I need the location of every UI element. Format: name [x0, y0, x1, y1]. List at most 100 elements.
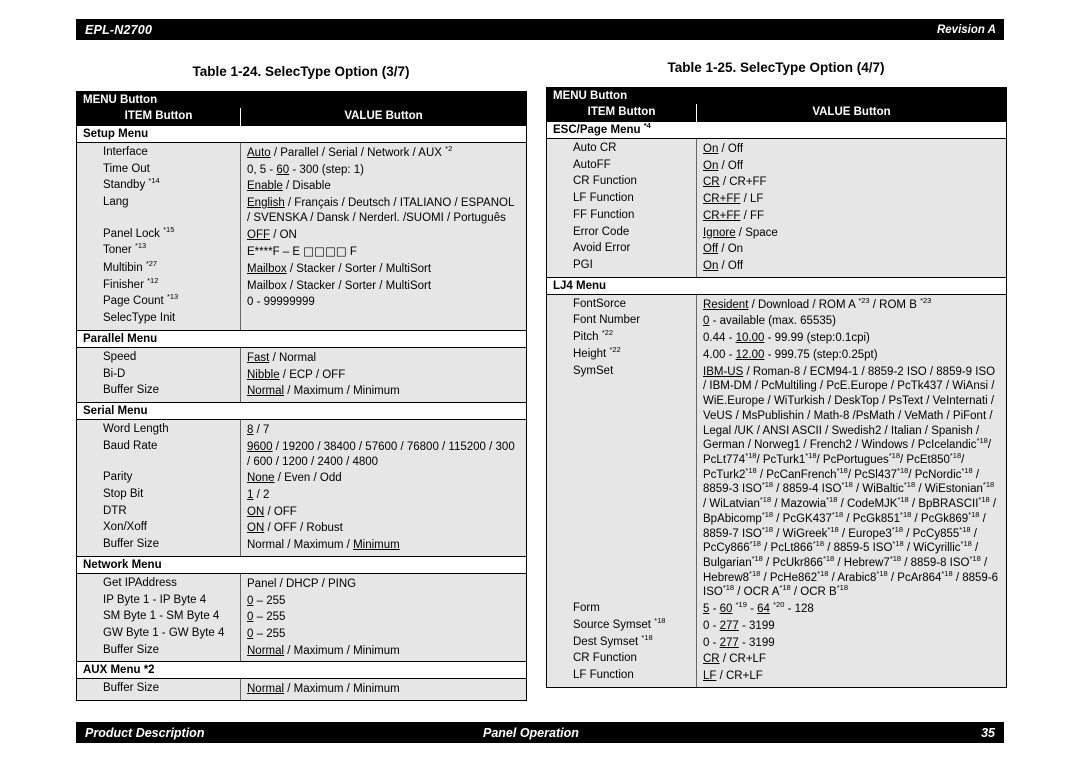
menu-item-name: Toner *13 [76, 242, 241, 262]
menu-item-name: SelecType Init [76, 311, 241, 331]
menu-item-name: Dest Symset *18 [546, 633, 697, 652]
menu-button-header-row: MENU Button [546, 87, 1007, 104]
menu-item-values: On / Off [696, 258, 1007, 278]
table-row: Buffer Size Normal / Maximum / Minimum [76, 537, 527, 557]
table-row: Lang English / Français / Deutsch / ITALI… [76, 195, 527, 227]
table-row: Form 5 - 60 *19 - 64 *20 - 128 [546, 601, 1007, 618]
table-row: Stop Bit 1 / 2 [76, 486, 527, 504]
menu-item-values: 5 - 60 *19 - 64 *20 - 128 [696, 601, 1007, 618]
table-row: Source Symset *18 0 - 277 - 3199 [546, 617, 1007, 635]
menu-item-values: 4.00 - 12.00 - 999.75 (step:0.25pt) [696, 346, 1007, 364]
menu-item-values: CR+FF / LF [696, 191, 1007, 208]
section-header-row: Serial Menu [76, 402, 527, 421]
menu-item-values: 0 - 99999999 [240, 294, 527, 312]
menu-item-values: 0 – 255 [240, 609, 527, 626]
menu-item-values: Nibble / ECP / OFF [240, 366, 527, 384]
menu-item-name: Font Number [546, 313, 697, 331]
menu-item-values: ON / OFF [240, 503, 527, 521]
table-row: Buffer Size Normal / Maximum / Minimum [76, 642, 527, 663]
menu-item-name: Buffer Size [76, 537, 241, 557]
table-row: Speed Fast / Normal [76, 347, 527, 367]
table-row: PGI On / Off [546, 258, 1007, 278]
menu-item-values: English / Français / Deutsch / ITALIANO … [240, 195, 527, 227]
menu-item-values: 0 – 255 [240, 592, 527, 610]
footer-page-number: 35 [981, 725, 995, 740]
menu-item-values: None / Even / Odd [240, 470, 527, 487]
table-caption-left: Table 1-24. SelecType Option (3/7) [192, 64, 410, 79]
menu-item-values: OFF / ON [240, 226, 527, 244]
table-row: FF Function CR+FF / FF [546, 207, 1007, 225]
column-header-row: ITEM Button VALUE Button [76, 108, 527, 126]
menu-item-name: FF Function [546, 207, 697, 225]
menu-item-values: CR+FF / FF [696, 207, 1007, 225]
section-header-row: ESC/Page Menu *4 [546, 121, 1007, 139]
menu-item-values: Normal / Maximum / Minimum [240, 678, 527, 702]
table-row: Time Out 0, 5 - 60 - 300 (step: 1) [76, 161, 527, 179]
menu-item-values: 0 - available (max. 65535) [696, 313, 1007, 331]
table-row: SymSet IBM-US / Roman-8 / ECM94-1 / 8859-… [546, 363, 1007, 602]
menu-item-values: Normal / Maximum / Minimum [240, 537, 527, 557]
table-caption-right: Table 1-25. SelecType Option (4/7) [667, 60, 885, 75]
table-row: GW Byte 1 - GW Byte 40 – 255 [76, 625, 527, 643]
menu-item-values: On / Off [696, 157, 1007, 175]
menu-item-values: Panel / DHCP / PING [240, 573, 527, 593]
menu-item-name: Error Code [546, 224, 697, 242]
menu-item-name: Panel Lock *15 [76, 226, 241, 244]
menu-item-name: LF Function [546, 191, 697, 208]
menu-item-values: 0 - 277 - 3199 [696, 634, 1007, 652]
menu-item-values: 0.44 - 10.00 - 99.99 (step:0.1cpi) [696, 330, 1007, 347]
menu-item-values: Off / On [696, 241, 1007, 259]
table-row: Finisher *12 Mailbox / Stacker / Sorter /… [76, 277, 527, 295]
menu-item-name: LF Function [546, 668, 697, 688]
menu-item-name: SymSet [546, 363, 697, 602]
printer-model-label: EPL-N2700 [85, 22, 153, 37]
table-row: IP Byte 1 - IP Byte 40 – 255 [76, 592, 527, 610]
table-row: Bi-D Nibble / ECP / OFF [76, 366, 527, 384]
table-row: Avoid Error Off / On [546, 241, 1007, 259]
menu-item-name: Get IPAddress [76, 573, 241, 593]
value-button-column-header: VALUE Button [696, 104, 1007, 122]
column-header-row: ITEM Button VALUE Button [546, 104, 1007, 122]
menu-item-values: 0, 5 - 60 - 300 (step: 1) [240, 161, 527, 179]
page-header-right: Revision A [904, 19, 1004, 40]
menu-item-name: Standby *14 [76, 177, 241, 196]
table-row: CR Function CR / CR+LF [546, 651, 1007, 668]
table-row: Multibin *27 Mailbox / Stacker / Sorter /… [76, 260, 527, 278]
menu-item-name: CR Function [546, 174, 697, 192]
section-title: Setup Menu [76, 125, 527, 143]
table-row: Auto CR On / Off [546, 138, 1007, 158]
table-row: Font Number 0 - available (max. 65535) [546, 313, 1007, 331]
table-row: AutoFF On / Off [546, 157, 1007, 175]
menu-item-name: Pitch *22 [546, 329, 697, 347]
menu-item-values: Auto / Parallel / Serial / Network / AUX… [240, 142, 527, 162]
table-row: Baud Rate 9600 / 19200 / 38400 / 57600 / … [76, 438, 527, 471]
revision-label: Revision A [936, 23, 996, 36]
table-row: SM Byte 1 - SM Byte 40 – 255 [76, 609, 527, 626]
menu-button-header-row: MENU Button [76, 91, 527, 108]
table-row: FontSorce Resident / Download / ROM A *23… [546, 294, 1007, 314]
menu-item-name: Interface [76, 142, 241, 162]
section-title: Serial Menu [76, 402, 527, 421]
menu-item-values: IBM-US / Roman-8 / ECM94-1 / 8859-2 ISO … [696, 363, 1007, 602]
menu-item-values: CR / CR+FF [696, 174, 1007, 192]
menu-item-name: GW Byte 1 - GW Byte 4 [76, 625, 241, 643]
section-title: AUX Menu *2 [76, 661, 527, 680]
menu-item-name: Avoid Error [546, 241, 697, 259]
table-row: LF Function CR+FF / LF [546, 191, 1007, 208]
menu-item-name: CR Function [546, 651, 697, 668]
page-header-left: EPL-N2700 [76, 19, 904, 40]
table-row: Standby *14 Enable / Disable [76, 177, 527, 196]
menu-item-values [240, 311, 527, 331]
menu-item-values: Mailbox / Stacker / Sorter / MultiSort [240, 277, 527, 295]
menu-button-label: MENU Button [546, 87, 1007, 104]
menu-item-values: 9600 / 19200 / 38400 / 57600 / 76800 / 1… [240, 438, 527, 471]
menu-item-name: FontSorce [546, 294, 697, 314]
table-row: Interface Auto / Parallel / Serial / Netw… [76, 142, 527, 162]
footer-topic-label: Panel Operation [483, 725, 579, 740]
menu-item-name: Buffer Size [76, 383, 241, 404]
item-button-column-header: ITEM Button [76, 108, 241, 126]
selectype-option-table-3-7: MENU Button ITEM Button VALUE Button Setup … [76, 91, 527, 702]
menu-item-values: 0 – 255 [240, 625, 527, 643]
section-header-row: AUX Menu *2 [76, 661, 527, 680]
menu-item-name: Buffer Size [76, 642, 241, 663]
